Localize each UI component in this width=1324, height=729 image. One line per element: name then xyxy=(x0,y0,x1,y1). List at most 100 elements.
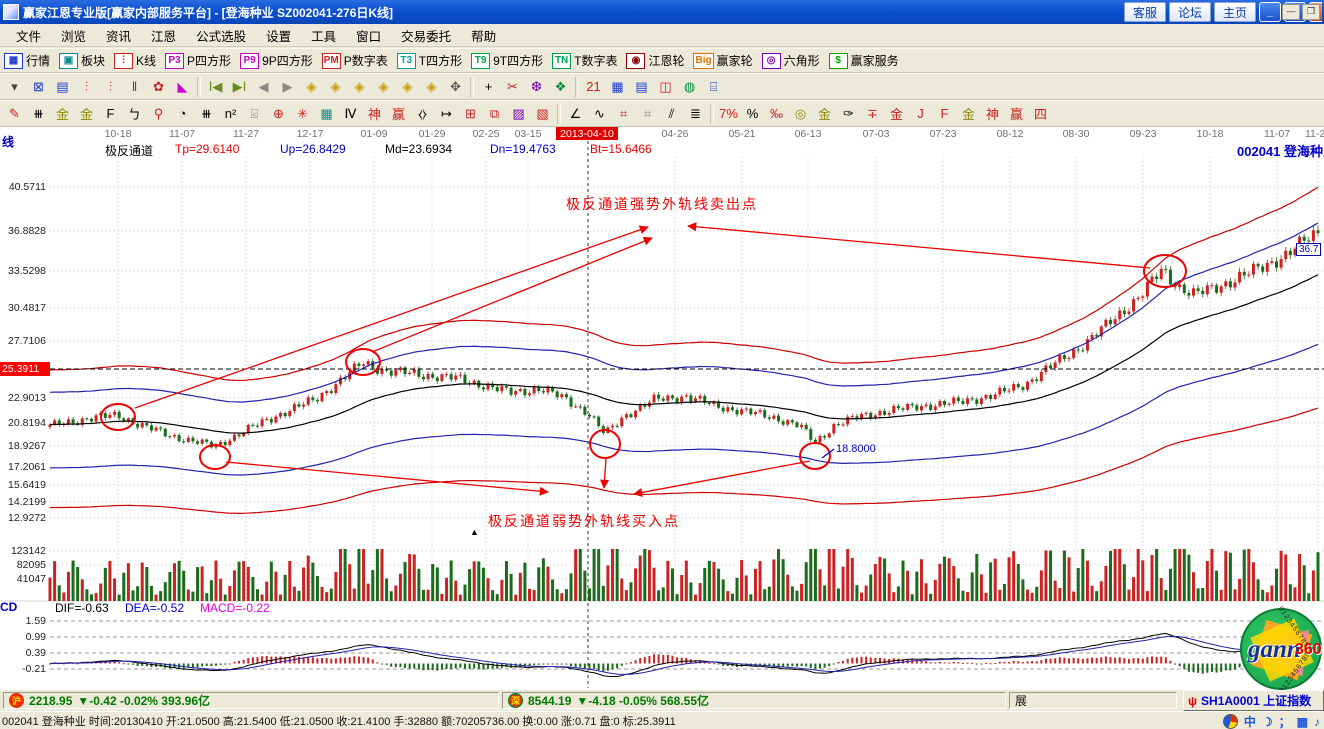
support-button[interactable]: 客服 xyxy=(1124,2,1166,22)
nav-tool-icon-5[interactable]: ⫶ xyxy=(99,76,122,98)
menu-item-9[interactable]: 交易委托 xyxy=(391,23,461,48)
draw-tool-icon-19[interactable]: ↦ xyxy=(435,103,458,125)
menu-item-5[interactable]: 公式选股 xyxy=(186,23,256,48)
draw-tool-icon-8[interactable]: ◔ xyxy=(171,103,194,125)
toolbar-button-T四方形[interactable]: T3T四方形 xyxy=(397,52,462,69)
draw-tool-icon-6[interactable]: ㄅ xyxy=(123,103,146,125)
ime-icon-2[interactable]: ☽ xyxy=(1262,715,1273,729)
draw-tool-icon-39[interactable]: F xyxy=(933,103,956,125)
ime-ball-icon[interactable] xyxy=(1223,714,1238,729)
draw-tool-icon-11[interactable]: ⍃ xyxy=(243,103,266,125)
draw-tool-icon-7[interactable]: ⚲ xyxy=(147,103,170,125)
toolbar-button-赢家轮[interactable]: Big赢家轮 xyxy=(693,52,752,69)
draw-tool-icon-30[interactable]: 7% xyxy=(717,103,740,125)
draw-tool-icon-4[interactable]: 金 xyxy=(75,103,98,125)
nav-tool-icon-4[interactable]: ⫶ xyxy=(75,76,98,98)
draw-tool-icon-12[interactable]: ⊕ xyxy=(267,103,290,125)
nav-tool-icon-23[interactable]: ❖ xyxy=(549,76,572,98)
draw-tool-icon-27[interactable]: ⌗ xyxy=(636,103,659,125)
draw-tool-icon-34[interactable]: 金 xyxy=(813,103,836,125)
homepage-button[interactable]: 主页 xyxy=(1214,2,1256,22)
draw-tool-icon-36[interactable]: ∓ xyxy=(861,103,884,125)
ime-icon-3[interactable]: ； xyxy=(1279,713,1291,729)
nav-tool-icon-15[interactable]: ◈ xyxy=(348,76,371,98)
shanghai-index-panel[interactable]: 沪 2218.95 ▼-0.42 -0.02% 393.96亿 xyxy=(3,692,499,709)
nav-tool-icon-22[interactable]: ❆ xyxy=(525,76,548,98)
draw-tool-icon-16[interactable]: 神 xyxy=(363,103,386,125)
draw-tool-icon-42[interactable]: 赢 xyxy=(1005,103,1028,125)
menu-item-10[interactable]: 帮助 xyxy=(461,23,506,48)
draw-tool-icon-14[interactable]: ▦ xyxy=(315,103,338,125)
mdi-restore-button[interactable]: ❐ xyxy=(1302,4,1320,20)
menu-item-4[interactable]: 江恩 xyxy=(141,23,186,48)
toolbar-button-K线[interactable]: ⫶K线 xyxy=(114,52,156,69)
toolbar-button-9T四方形[interactable]: T99T四方形 xyxy=(471,52,543,69)
draw-tool-icon-18[interactable]: ⧼⧽ xyxy=(411,103,434,125)
nav-tool-icon-18[interactable]: ◈ xyxy=(420,76,443,98)
nav-tool-icon-19[interactable]: ✥ xyxy=(444,76,467,98)
draw-tool-icon-13[interactable]: ✳ xyxy=(291,103,314,125)
draw-tool-icon-38[interactable]: J xyxy=(909,103,932,125)
nav-tool-icon-2[interactable]: ⊠ xyxy=(27,76,50,98)
nav-tool-icon-9[interactable]: Ⅰ◀ xyxy=(204,76,227,98)
draw-tool-icon-23[interactable]: ▧ xyxy=(531,103,554,125)
mdi-minimize-button[interactable]: — xyxy=(1282,4,1300,20)
draw-tool-icon-1[interactable]: ✎ xyxy=(3,103,26,125)
menu-item-2[interactable]: 浏览 xyxy=(51,23,96,48)
draw-tool-icon-25[interactable]: ∿ xyxy=(588,103,611,125)
nav-tool-icon-14[interactable]: ◈ xyxy=(324,76,347,98)
toolbar-button-六角形[interactable]: ◎六角形 xyxy=(762,52,820,69)
draw-tool-icon-20[interactable]: ⊞ xyxy=(459,103,482,125)
nav-tool-icon-10[interactable]: ▶Ⅰ xyxy=(228,76,251,98)
toolbar-button-T数字表[interactable]: TNT数字表 xyxy=(552,52,617,69)
nav-tool-icon-25[interactable]: ▦ xyxy=(606,76,629,98)
shenzhen-index-panel[interactable]: 深 8544.19 ▼-4.18 -0.05% 568.55亿 xyxy=(502,692,1006,709)
toolbar-button-P数字表[interactable]: PMP数字表 xyxy=(322,52,388,69)
toolbar-button-板块[interactable]: ▣板块 xyxy=(59,52,105,69)
menu-item-6[interactable]: 设置 xyxy=(256,23,301,48)
ime-toolbar[interactable]: 中 ☽ ； ▦ ♪ xyxy=(1223,713,1320,729)
draw-tool-icon-3[interactable]: 金 xyxy=(51,103,74,125)
draw-tool-icon-29[interactable]: ≣ xyxy=(684,103,707,125)
toolbar-button-P四方形[interactable]: P3P四方形 xyxy=(165,52,231,69)
menu-item-1[interactable]: 文件 xyxy=(6,23,51,48)
draw-tool-icon-40[interactable]: 金 xyxy=(957,103,980,125)
nav-tool-icon-11[interactable]: ◀ xyxy=(252,76,275,98)
draw-tool-icon-24[interactable]: ∠ xyxy=(564,103,587,125)
toolbar-button-行情[interactable]: ▦行情 xyxy=(4,52,50,69)
nav-tool-icon-3[interactable]: ▤ xyxy=(51,76,74,98)
minimize-button[interactable]: _ xyxy=(1259,2,1281,22)
nav-tool-icon-17[interactable]: ◈ xyxy=(396,76,419,98)
ime-icon-5[interactable]: ♪ xyxy=(1314,715,1320,729)
nav-tool-icon-21[interactable]: ✂ xyxy=(501,76,524,98)
ime-icon-1[interactable]: 中 xyxy=(1244,713,1256,729)
nav-tool-icon-20[interactable]: + xyxy=(477,76,500,98)
nav-tool-icon-7[interactable]: ✿ xyxy=(147,76,170,98)
ime-icon-4[interactable]: ▦ xyxy=(1297,715,1308,729)
nav-tool-icon-6[interactable]: ‖ xyxy=(123,76,146,98)
draw-tool-icon-33[interactable]: ◎ xyxy=(789,103,812,125)
draw-tool-icon-9[interactable]: ⧻ xyxy=(195,103,218,125)
draw-tool-icon-32[interactable]: ‰ xyxy=(765,103,788,125)
draw-tool-icon-10[interactable]: n² xyxy=(219,103,242,125)
nav-tool-icon-12[interactable]: ▶ xyxy=(276,76,299,98)
nav-tool-icon-29[interactable]: ⌸ xyxy=(702,76,725,98)
draw-tool-icon-26[interactable]: ⌗ xyxy=(612,103,635,125)
nav-tool-icon-27[interactable]: ◫ xyxy=(654,76,677,98)
forum-button[interactable]: 论坛 xyxy=(1169,2,1211,22)
toolbar-button-9P四方形[interactable]: P99P四方形 xyxy=(240,52,313,69)
draw-tool-icon-15[interactable]: Ⅳ xyxy=(339,103,362,125)
toolbar-button-赢家服务[interactable]: $赢家服务 xyxy=(829,52,899,69)
draw-tool-icon-37[interactable]: 金 xyxy=(885,103,908,125)
draw-tool-icon-31[interactable]: % xyxy=(741,103,764,125)
nav-tool-icon-28[interactable]: ◍ xyxy=(678,76,701,98)
toolbar-button-江恩轮[interactable]: ◉江恩轮 xyxy=(626,52,684,69)
nav-tool-icon-24[interactable]: 21 xyxy=(582,76,605,98)
index-mini-window[interactable]: ψ SH1A0001 上证指数 xyxy=(1183,690,1324,711)
menu-item-8[interactable]: 窗口 xyxy=(346,23,391,48)
draw-tool-icon-17[interactable]: 赢 xyxy=(387,103,410,125)
draw-tool-icon-43[interactable]: 四 xyxy=(1029,103,1052,125)
chart-area[interactable]: 2013-04-10 线 CD 极反通道 002041 登海种业 25.3911… xyxy=(0,127,1324,690)
draw-tool-icon-28[interactable]: ⫽ xyxy=(660,103,683,125)
nav-tool-icon-16[interactable]: ◈ xyxy=(372,76,395,98)
